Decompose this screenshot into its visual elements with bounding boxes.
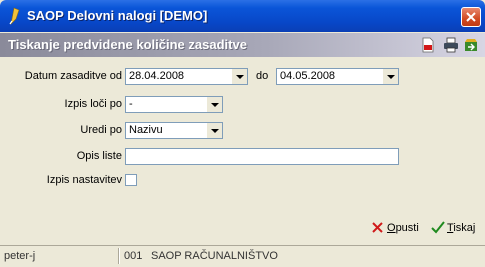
window-title: SAOP Delovni nalogi [DEMO] (27, 8, 208, 23)
sort-select[interactable]: Nazivu (125, 122, 223, 139)
print-label: Tiskaj (447, 222, 476, 234)
instructions-checkbox[interactable] (125, 174, 137, 186)
date-from-dropdown-icon[interactable] (232, 69, 247, 84)
status-bar: peter-j 001 SAOP RAČUNALNIŠTVO (0, 245, 485, 267)
status-company: SAOP RAČUNALNIŠTVO (151, 250, 278, 262)
split-value: - (129, 98, 133, 110)
checkmark-icon (431, 221, 445, 234)
date-to-dropdown-icon[interactable] (383, 69, 398, 84)
status-user: peter-j (4, 250, 36, 262)
app-icon (9, 7, 20, 25)
close-button[interactable] (461, 7, 481, 27)
sort-value: Nazivu (129, 124, 163, 136)
cancel-label: Opusti (387, 222, 419, 234)
instructions-label: Izpis nastavitev (46, 174, 122, 186)
date-from-value: 28.04.2008 (129, 70, 185, 82)
export-icon[interactable] (463, 37, 479, 53)
status-separator (118, 248, 119, 264)
date-from-label: Datum zasaditve od (24, 70, 122, 82)
date-to-label: do (256, 70, 269, 82)
sort-label: Uredi po (80, 124, 122, 136)
split-select[interactable]: - (125, 96, 223, 113)
date-from-input[interactable]: 28.04.2008 (125, 68, 248, 85)
split-dropdown-icon[interactable] (207, 97, 222, 112)
cancel-button[interactable]: Opusti (371, 220, 423, 238)
status-code: 001 (124, 250, 143, 262)
description-input[interactable] (125, 148, 399, 165)
section-header: Tiskanje predvidene količine zasaditve (0, 33, 485, 57)
printer-icon[interactable] (443, 37, 459, 53)
date-to-input[interactable]: 04.05.2008 (276, 68, 399, 85)
cross-icon (372, 222, 383, 233)
pdf-icon[interactable] (420, 37, 436, 53)
section-title: Tiskanje predvidene količine zasaditve (8, 37, 247, 52)
title-bar[interactable]: SAOP Delovni nalogi [DEMO] (0, 0, 485, 32)
date-to-value: 04.05.2008 (280, 70, 336, 82)
application-window: SAOP Delovni nalogi [DEMO] Tiskanje pred… (0, 0, 485, 267)
sort-dropdown-icon[interactable] (207, 123, 222, 138)
description-label: Opis liste (76, 150, 122, 162)
print-button[interactable]: Tiskaj (431, 220, 481, 238)
close-icon (466, 12, 476, 22)
split-label: Izpis loči po (64, 98, 122, 110)
